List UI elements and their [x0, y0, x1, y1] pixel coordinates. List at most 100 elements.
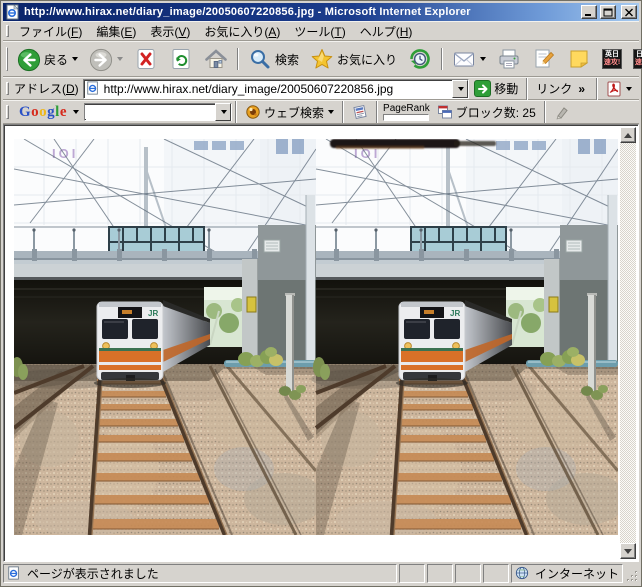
- messenger-button[interactable]: [562, 44, 596, 74]
- print-button[interactable]: [492, 44, 526, 74]
- address-input[interactable]: [104, 81, 451, 97]
- browser-window: http://www.hirax.net/diary_image/2005060…: [0, 0, 642, 587]
- refresh-button[interactable]: [164, 44, 198, 74]
- search-button[interactable]: 検索: [243, 44, 304, 74]
- translate-en-ja-icon: 英日 速攻!: [602, 49, 622, 69]
- scrollbar-track[interactable]: [620, 143, 636, 543]
- highlighter-pen-icon: [554, 104, 570, 120]
- menu-tools[interactable]: ツール(T): [287, 21, 352, 42]
- popup-blocker-button[interactable]: ブロック数: 25: [432, 101, 541, 124]
- googlebar-separator: [342, 101, 344, 123]
- menu-favorites[interactable]: お気に入り(A): [197, 21, 287, 42]
- arrow-up-icon: [624, 133, 632, 138]
- toolbar-separator: [237, 48, 239, 70]
- translate-ja-en-icon: 日英 速攻!: [633, 49, 642, 69]
- minimize-button[interactable]: [581, 5, 597, 19]
- status-bar: ページが表示されました インターネット: [3, 562, 639, 584]
- minimize-icon: [584, 8, 594, 17]
- pagerank-widget[interactable]: PageRank: [381, 104, 432, 121]
- maximize-button[interactable]: [600, 5, 616, 19]
- close-button[interactable]: [621, 5, 637, 19]
- toolbar-grip[interactable]: [6, 47, 8, 71]
- stop-icon: [134, 47, 158, 71]
- scroll-down-button[interactable]: [620, 543, 636, 559]
- toolbar-separator: [441, 48, 443, 70]
- resize-grip[interactable]: [625, 564, 639, 583]
- maximize-icon: [603, 8, 613, 17]
- back-label: 戻る: [44, 51, 68, 68]
- back-button[interactable]: 戻る: [12, 44, 83, 74]
- highlighter-button[interactable]: [549, 101, 575, 123]
- menubar-grip[interactable]: [6, 25, 9, 38]
- window-title: http://www.hirax.net/diary_image/2005060…: [24, 6, 578, 18]
- go-arrow-icon: [474, 80, 491, 97]
- refresh-icon: [169, 47, 193, 71]
- googlebar-separator: [544, 101, 546, 123]
- mail-dropdown-icon: [480, 57, 486, 61]
- page-info-icon: [352, 104, 368, 120]
- edit-button[interactable]: [527, 44, 561, 74]
- mail-button[interactable]: [447, 44, 491, 74]
- google-search-dropdown[interactable]: [215, 103, 231, 121]
- googlebar-grip[interactable]: [6, 105, 9, 119]
- forward-button[interactable]: [84, 44, 128, 74]
- forward-dropdown-icon: [117, 57, 123, 61]
- search-icon: [248, 47, 272, 71]
- addressbar-separator: [596, 78, 598, 100]
- status-message: ページが表示されました: [27, 565, 159, 582]
- security-zone-panel: インターネット: [511, 564, 623, 583]
- web-search-icon: [245, 104, 261, 120]
- home-button[interactable]: [199, 44, 233, 74]
- history-icon: [408, 47, 432, 71]
- favorites-button[interactable]: お気に入り: [305, 44, 402, 74]
- photo-left-half: [14, 139, 324, 535]
- status-panel-empty: [455, 564, 481, 583]
- menu-file[interactable]: ファイル(F): [12, 21, 89, 42]
- close-icon: [624, 8, 634, 17]
- stop-button[interactable]: [129, 44, 163, 74]
- google-logo: Google: [17, 104, 69, 121]
- edit-icon: [532, 47, 556, 71]
- translate-en-ja-button[interactable]: 英日 速攻!: [597, 46, 627, 72]
- train-stereo-photo: IOI: [14, 139, 618, 535]
- translate-ja-en-button[interactable]: 日英 速攻!: [628, 46, 642, 72]
- google-toolbar: Google ウェブ検索 PageRank: [3, 100, 639, 124]
- addressbar-separator: [526, 78, 528, 100]
- links-button[interactable]: リンク »: [531, 77, 593, 100]
- history-button[interactable]: [403, 44, 437, 74]
- googlebar-separator: [376, 101, 378, 123]
- google-dropdown-icon: [73, 110, 79, 114]
- menu-bar: ファイル(F) 編集(E) 表示(V) お気に入り(A) ツール(T) ヘルプ(…: [3, 21, 639, 41]
- forward-icon: [89, 47, 113, 71]
- address-bar: アドレス(D) 移動 リンク »: [3, 77, 639, 100]
- search-label: 検索: [275, 51, 299, 68]
- status-panel-empty: [399, 564, 425, 583]
- standard-toolbar: 戻る 検索: [3, 41, 639, 77]
- web-search-button[interactable]: ウェブ検索: [240, 101, 339, 124]
- back-dropdown-icon: [72, 57, 78, 61]
- vertical-scrollbar[interactable]: [620, 127, 636, 559]
- favorites-star-icon: [310, 47, 334, 71]
- addressbar-grip[interactable]: [6, 82, 9, 95]
- pagerank-meter: [383, 114, 429, 121]
- links-overflow-chevron: »: [575, 82, 588, 96]
- google-search-input[interactable]: [85, 105, 215, 119]
- menu-edit[interactable]: 編集(E): [89, 21, 143, 42]
- page-info-button[interactable]: [347, 101, 373, 123]
- ie-page-icon: [86, 81, 102, 97]
- menu-help[interactable]: ヘルプ(H): [353, 21, 420, 42]
- google-logo-button[interactable]: Google: [12, 101, 84, 124]
- web-search-dropdown-icon: [328, 110, 334, 114]
- security-zone-label: インターネット: [535, 565, 619, 582]
- adobe-pdf-button[interactable]: [601, 78, 637, 100]
- status-message-panel: ページが表示されました: [3, 564, 397, 583]
- favorites-label: お気に入り: [337, 51, 397, 68]
- home-icon: [204, 47, 228, 71]
- address-dropdown-button[interactable]: [452, 80, 468, 98]
- popup-blocker-icon: [437, 104, 453, 120]
- internet-globe-icon: [515, 566, 531, 582]
- go-button[interactable]: 移動: [469, 78, 523, 99]
- scroll-up-button[interactable]: [620, 127, 636, 143]
- menu-view[interactable]: 表示(V): [143, 21, 197, 42]
- chevron-down-icon: [221, 110, 227, 114]
